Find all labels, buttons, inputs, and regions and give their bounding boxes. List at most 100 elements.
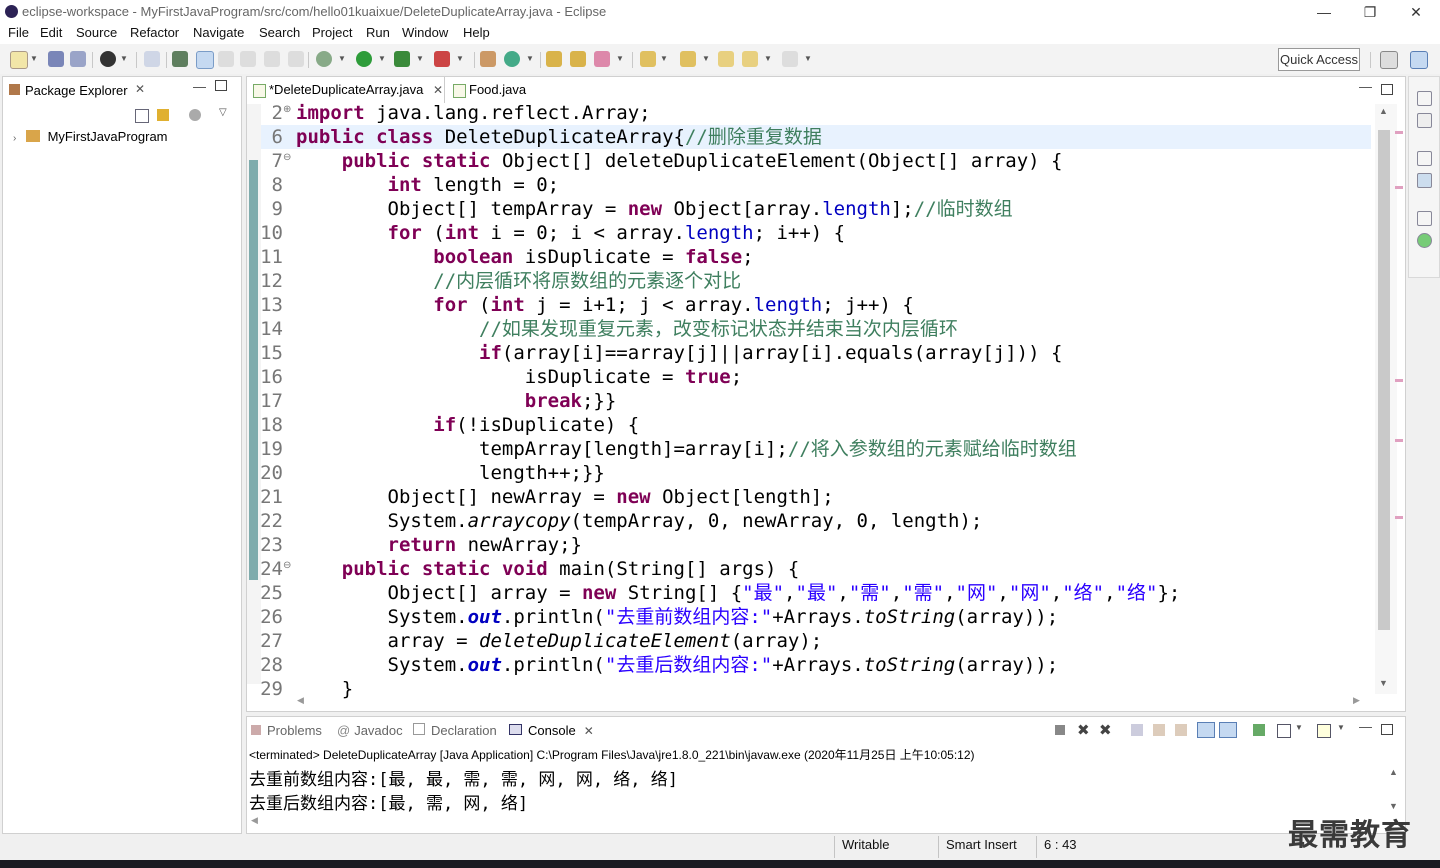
last-edit-icon[interactable] <box>718 51 734 67</box>
open-perspective-icon[interactable] <box>1380 51 1398 69</box>
back-dropdown-icon[interactable]: ▼ <box>764 54 772 63</box>
profile-icon[interactable] <box>100 51 116 67</box>
new-class-dropdown-icon[interactable]: ▼ <box>526 54 534 63</box>
link-editor-icon[interactable] <box>157 109 169 121</box>
code-line[interactable]: int length = 0; <box>296 173 560 197</box>
display-console-dropdown-icon[interactable]: ▼ <box>1295 723 1303 732</box>
next-annotation-icon[interactable] <box>640 51 656 67</box>
save-icon[interactable] <box>48 51 64 67</box>
show-stdout-icon[interactable] <box>1197 722 1215 738</box>
code-line[interactable]: Object[] array = new String[] {"最","最","… <box>296 581 1181 605</box>
next-annotation-dropdown-icon[interactable]: ▼ <box>660 54 668 63</box>
restore-icon[interactable] <box>1417 211 1432 226</box>
close-icon[interactable]: ✕ <box>433 83 443 97</box>
coverage-dropdown-icon[interactable]: ▼ <box>416 54 424 63</box>
code-line[interactable]: array = deleteDuplicateElement(array); <box>296 629 823 653</box>
prev-annotation-icon[interactable] <box>680 51 696 67</box>
overview-marker[interactable] <box>1395 439 1403 442</box>
tab-declaration[interactable]: Declaration <box>413 723 497 738</box>
code-line[interactable]: public class DeleteDuplicateArray{//删除重复… <box>296 125 822 149</box>
package-explorer-tab[interactable]: Package Explorer ✕ — <box>3 77 241 103</box>
minimize-view-icon[interactable]: — <box>193 79 206 94</box>
code-line[interactable]: //内层循环将原数组的元素逐个对比 <box>296 269 741 293</box>
forward-icon[interactable] <box>782 51 798 67</box>
open-console-dropdown-icon[interactable]: ▼ <box>1337 723 1345 732</box>
code-line[interactable]: public static void main(String[] args) { <box>296 557 800 581</box>
restore-icon[interactable] <box>1417 151 1432 166</box>
code-line[interactable]: length++;}} <box>296 461 605 485</box>
editor-horizontal-scrollbar[interactable]: ◀ ▶ <box>297 695 1367 709</box>
code-line[interactable]: //如果发现重复元素，改变标记状态并结束当次内层循环 <box>296 317 958 341</box>
menu-source[interactable]: Source <box>76 25 117 40</box>
menu-search[interactable]: Search <box>259 25 300 40</box>
scroll-thumb[interactable] <box>1378 130 1390 630</box>
minimize-editor-icon[interactable]: — <box>1359 79 1372 94</box>
restore-button[interactable]: ❐ <box>1350 2 1390 22</box>
code-line[interactable]: System.out.println("去重后数组内容:"+Arrays.toS… <box>296 653 1059 677</box>
code-line[interactable]: System.arraycopy(tempArray, 0, newArray,… <box>296 509 983 533</box>
code-line[interactable]: if(array[i]==array[j]||array[i].equals(a… <box>296 341 1062 365</box>
code-line[interactable]: Object[] tempArray = new Object[array.le… <box>296 197 1013 221</box>
pin-console-icon[interactable] <box>1253 724 1265 736</box>
code-line[interactable]: isDuplicate = true; <box>296 365 742 389</box>
save-all-icon[interactable] <box>70 51 86 67</box>
fold-toggle-icon[interactable]: ⊖ <box>283 152 291 163</box>
prev-annotation-dropdown-icon[interactable]: ▼ <box>702 54 710 63</box>
close-icon[interactable]: ✕ <box>135 82 145 96</box>
forward-dropdown-icon[interactable]: ▼ <box>804 54 812 63</box>
maximize-editor-icon[interactable] <box>1381 84 1393 95</box>
code-line[interactable]: Object[] newArray = new Object[length]; <box>296 485 834 509</box>
menu-navigate[interactable]: Navigate <box>193 25 244 40</box>
code-line[interactable]: for (int j = i+1; j < array.length; j++)… <box>296 293 913 317</box>
code-line[interactable]: } <box>296 677 353 701</box>
fold-toggle-icon[interactable]: ⊕ <box>283 104 291 115</box>
new-icon[interactable] <box>10 51 28 69</box>
scroll-right-icon[interactable]: ▶ <box>1353 695 1360 706</box>
close-icon[interactable]: ✕ <box>584 724 594 738</box>
code-line[interactable]: break;}} <box>296 389 617 413</box>
debug-icon[interactable] <box>316 51 332 67</box>
menu-help[interactable]: Help <box>463 25 490 40</box>
code-line[interactable]: import java.lang.reflect.Array; <box>296 101 651 125</box>
open-type-icon[interactable] <box>546 51 562 67</box>
minimize-button[interactable]: — <box>1304 2 1344 22</box>
external-tools-icon[interactable] <box>434 51 450 67</box>
tab-console[interactable]: Console ✕ <box>509 723 594 738</box>
palette-icon[interactable] <box>1417 233 1432 248</box>
filters-icon[interactable] <box>189 109 201 121</box>
close-button[interactable]: ✕ <box>1396 2 1436 22</box>
highlight-icon[interactable] <box>196 51 214 69</box>
console-scroll-left-icon[interactable]: ◀ <box>251 815 258 826</box>
toggle-mark-icon[interactable] <box>172 51 188 67</box>
task-list-icon[interactable] <box>1417 113 1432 128</box>
fold-toggle-icon[interactable]: ⊖ <box>283 560 291 571</box>
show-whitespace-icon[interactable] <box>218 51 234 67</box>
show-pilcrow-icon[interactable] <box>288 51 304 67</box>
run-icon[interactable] <box>356 51 372 67</box>
back-icon[interactable] <box>742 51 758 67</box>
outline-icon[interactable] <box>1417 173 1432 188</box>
code-line[interactable]: tempArray[length]=array[i];//将入参数组的元素赋给临… <box>296 437 1077 461</box>
code-line[interactable]: public static Object[] deleteDuplicateEl… <box>296 149 1063 173</box>
clear-console-icon[interactable] <box>1131 724 1143 736</box>
code-line[interactable]: System.out.println("去重前数组内容:"+Arrays.toS… <box>296 605 1059 629</box>
minimize-console-icon[interactable]: — <box>1359 719 1372 734</box>
tab-javadoc[interactable]: @ Javadoc <box>337 723 403 738</box>
search-icon[interactable] <box>594 51 610 67</box>
editor-vertical-scrollbar[interactable]: ▲ ▼ <box>1375 104 1403 694</box>
editor-tab-food[interactable]: Food.java <box>447 77 547 103</box>
show-stderr-icon[interactable] <box>1219 722 1237 738</box>
menu-refactor[interactable]: Refactor <box>130 25 179 40</box>
overview-marker[interactable] <box>1395 516 1403 519</box>
overview-marker[interactable] <box>1395 186 1403 189</box>
maximize-console-icon[interactable] <box>1381 724 1393 735</box>
remove-launch-icon[interactable]: ✖ <box>1077 721 1090 739</box>
restore-icon[interactable] <box>1417 91 1432 106</box>
view-menu-icon[interactable]: ▽ <box>219 107 227 118</box>
overview-marker[interactable] <box>1395 379 1403 382</box>
collapse-all-icon[interactable] <box>135 109 149 123</box>
remove-all-icon[interactable]: ✖ <box>1099 721 1112 739</box>
profile-dropdown-icon[interactable]: ▼ <box>120 54 128 63</box>
tab-problems[interactable]: Problems <box>251 723 322 738</box>
word-wrap-icon[interactable] <box>264 51 280 67</box>
